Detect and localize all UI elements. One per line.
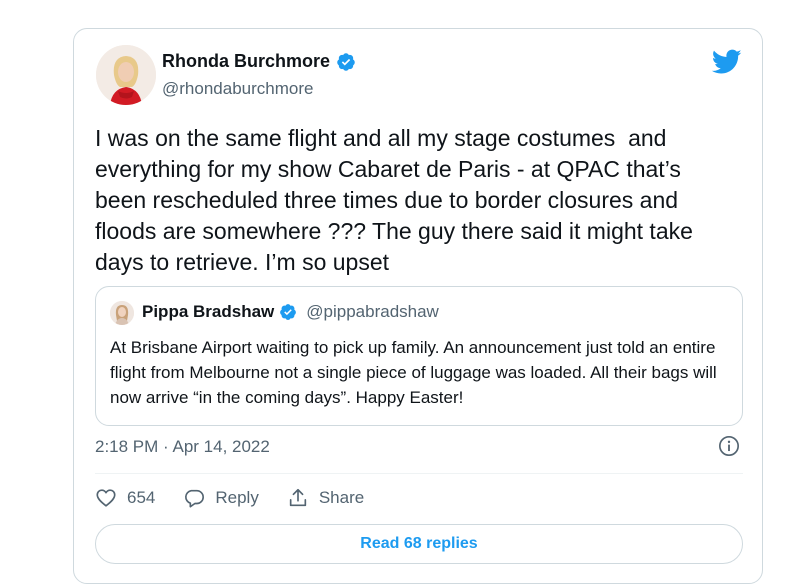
reply-button[interactable]: Reply [183, 487, 259, 509]
reply-icon [185, 489, 205, 508]
quoted-author-handle: @pippabradshaw [306, 302, 439, 321]
quoted-tweet-text: At Brisbane Airport waiting to pick up f… [110, 338, 717, 407]
share-button[interactable]: Share [287, 487, 364, 509]
verified-badge-icon [280, 304, 297, 320]
quoted-author-name: Pippa Bradshaw [142, 302, 275, 321]
reply-label: Reply [215, 488, 259, 507]
info-icon[interactable] [718, 435, 740, 457]
tweet-text: I was on the same flight and all my stag… [95, 125, 693, 275]
share-label: Share [318, 488, 365, 507]
twitter-bird-icon[interactable] [712, 49, 742, 75]
verified-badge-icon [337, 52, 355, 71]
divider [95, 473, 743, 474]
tweet-card: Rhonda Burchmore @rhondaburchmore I was … [73, 28, 763, 584]
heart-icon [96, 489, 116, 507]
author-name[interactable]: Rhonda Burchmore [162, 51, 330, 72]
quoted-author-avatar [110, 301, 134, 325]
share-icon [289, 488, 307, 507]
action-bar: 654 Reply Share [95, 487, 364, 509]
author-avatar[interactable] [96, 45, 156, 105]
read-replies-button[interactable]: Read 68 replies [95, 524, 743, 564]
author-handle[interactable]: @rhondaburchmore [162, 79, 313, 99]
like-count: 654 [127, 488, 156, 507]
like-button[interactable]: 654 [95, 487, 155, 509]
tweet-timestamp[interactable]: 2:18 PM · Apr 14, 2022 [95, 437, 270, 457]
quoted-tweet[interactable]: Pippa Bradshaw @pippabradshaw At Brisban… [95, 286, 743, 426]
